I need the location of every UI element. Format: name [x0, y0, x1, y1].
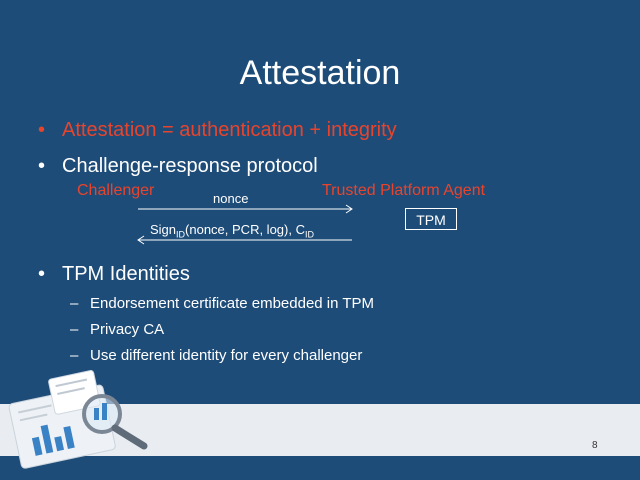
sub-bullet-2: – Privacy CA: [70, 321, 165, 338]
sub-bullet-1: – Endorsement certificate embedded in TPM: [70, 295, 375, 312]
arrow-right-icon: [138, 204, 353, 214]
diagram-arrows: [8, 204, 353, 469]
bullet-3-text: TPM Identities: [62, 263, 190, 285]
sub-bullet-3: – Use different identity for every challe…: [70, 347, 363, 364]
arrow-left-icon: [137, 235, 352, 245]
chart-magnifier-icon: [8, 370, 148, 469]
page-number: 8: [592, 440, 598, 451]
slide: Attestation • Attestation = authenticatio…: [0, 0, 640, 480]
bullet-3: • TPM Identities: [38, 263, 190, 285]
